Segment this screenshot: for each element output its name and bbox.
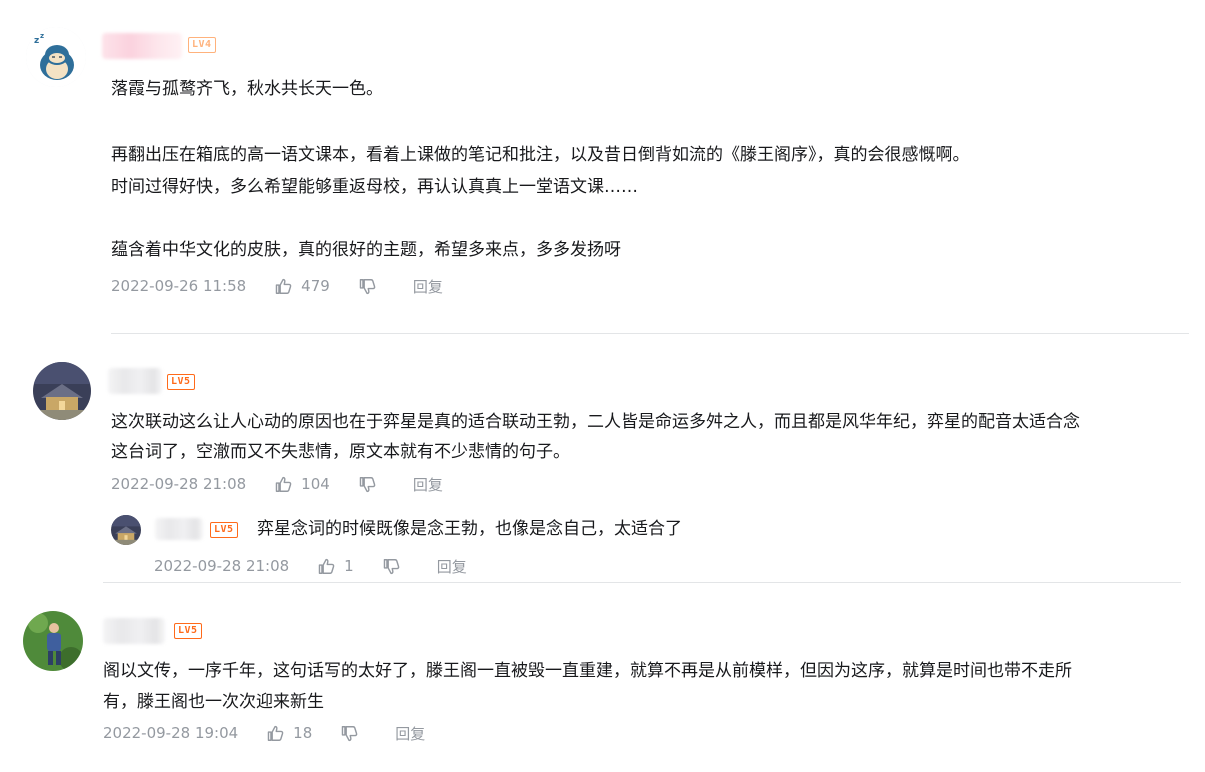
avatar[interactable]: [111, 515, 141, 545]
level-badge: LV5: [210, 522, 238, 538]
like-button[interactable]: 18: [266, 724, 312, 743]
avatar[interactable]: [33, 362, 91, 420]
like-button[interactable]: 479: [274, 277, 330, 296]
divider: [111, 333, 1189, 334]
comment-meta: 2022-09-28 19:04 18 回复: [103, 722, 425, 744]
username-blurred[interactable]: [108, 368, 162, 394]
like-count: 479: [301, 277, 330, 295]
dislike-button[interactable]: [340, 724, 367, 743]
comment-line: 蕴含着中华文化的皮肤，真的很好的主题，希望多来点，多多发扬呀: [111, 240, 621, 260]
hut-avatar-icon: [111, 515, 141, 545]
person-outdoor-avatar-icon: [23, 611, 83, 671]
hut-avatar-icon: [33, 362, 91, 420]
thumb-up-icon: [274, 475, 293, 494]
comment-line: 有，滕王阁也一次次迎来新生: [103, 692, 324, 712]
divider: [103, 582, 1181, 583]
dislike-button[interactable]: [358, 475, 385, 494]
avatar[interactable]: z z: [26, 27, 86, 87]
timestamp: 2022-09-26 11:58: [111, 277, 247, 295]
reply-button[interactable]: 回复: [413, 276, 443, 297]
comment-line: 这次联动这么让人心动的原因也在于弈星是真的适合联动王勃，二人皆是命运多舛之人，而…: [111, 412, 1080, 432]
like-count: 1: [344, 557, 354, 575]
like-count: 18: [293, 724, 313, 742]
svg-text:z: z: [40, 32, 44, 40]
thumb-down-icon: [382, 557, 401, 576]
svg-text:z: z: [34, 36, 39, 46]
timestamp: 2022-09-28 19:04: [103, 724, 239, 742]
username-blurred[interactable]: [103, 618, 165, 644]
reply-button[interactable]: 回复: [437, 556, 467, 577]
reply-button[interactable]: 回复: [413, 474, 443, 495]
level-badge: LV4: [188, 37, 216, 53]
level-badge: LV5: [174, 623, 202, 639]
thumb-up-icon: [317, 557, 336, 576]
username-blurred[interactable]: [102, 33, 182, 59]
timestamp: 2022-09-28 21:08: [154, 557, 290, 575]
avatar[interactable]: [23, 611, 83, 671]
thumb-up-icon: [266, 724, 285, 743]
level-badge: LV5: [167, 374, 195, 390]
comment-meta: 2022-09-28 21:08 104 回复: [111, 473, 443, 495]
like-count: 104: [301, 475, 330, 493]
reply-button[interactable]: 回复: [395, 723, 425, 744]
thumb-down-icon: [340, 724, 359, 743]
thumb-up-icon: [274, 277, 293, 296]
comment-line: 这台词了，空澈而又不失悲情，原文本就有不少悲情的句子。: [111, 442, 570, 462]
like-button[interactable]: 1: [317, 557, 354, 576]
thumb-down-icon: [358, 475, 377, 494]
dislike-button[interactable]: [382, 557, 409, 576]
comment-meta: 2022-09-26 11:58 479 回复: [111, 275, 443, 297]
snorlax-avatar-icon: z z: [26, 27, 86, 87]
comment-line: 阁以文传，一序千年，这句话写的太好了，滕王阁一直被毁一直重建，就算不再是从前模样…: [103, 661, 1072, 681]
thumb-down-icon: [358, 277, 377, 296]
comment-meta: 2022-09-28 21:08 1 回复: [154, 555, 467, 577]
like-button[interactable]: 104: [274, 475, 330, 494]
comment-line: 再翻出压在箱底的高一语文课本，看着上课做的笔记和批注，以及昔日倒背如流的《滕王阁…: [111, 145, 970, 165]
username-blurred[interactable]: [155, 518, 203, 540]
dislike-button[interactable]: [358, 277, 385, 296]
comment-line: 时间过得好快，多么希望能够重返母校，再认认真真上一堂语文课……: [111, 177, 638, 197]
timestamp: 2022-09-28 21:08: [111, 475, 247, 493]
reply-text: 弈星念词的时候既像是念王勃，也像是念自己，太适合了: [257, 519, 682, 539]
comment-line: 落霞与孤鹜齐飞，秋水共长天一色。: [111, 79, 383, 99]
